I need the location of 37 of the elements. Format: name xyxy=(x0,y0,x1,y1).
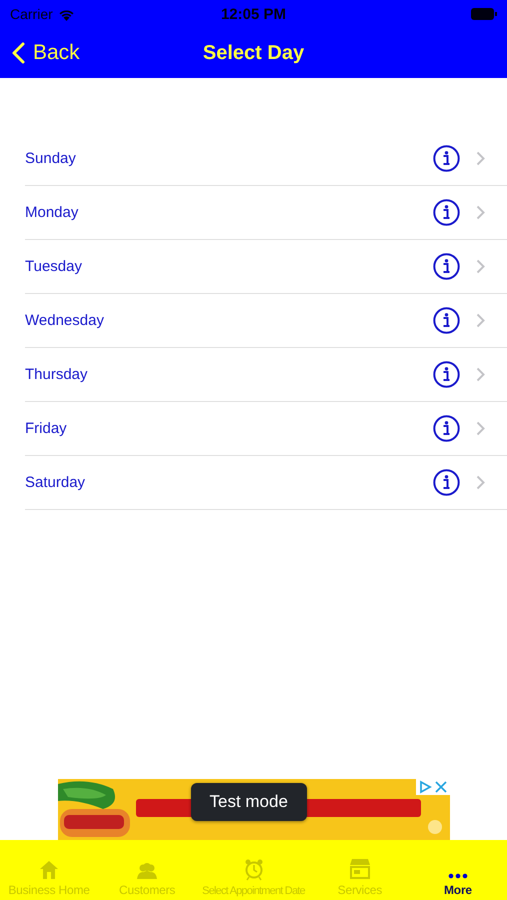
screen-title: Select Day xyxy=(202,42,304,64)
day-label[interactable]: Thursday xyxy=(25,366,433,383)
alarm-clock-icon xyxy=(244,859,262,881)
day-label[interactable]: Monday xyxy=(25,204,433,221)
day-label[interactable]: Tuesday xyxy=(25,258,433,275)
close-icon[interactable] xyxy=(434,780,448,794)
more-icon xyxy=(448,873,468,879)
chevron-right-icon xyxy=(476,205,485,220)
carrier-label: Carrier xyxy=(10,6,53,22)
day-label[interactable]: Friday xyxy=(25,420,433,437)
chevron-right-icon xyxy=(476,367,485,382)
test-mode-toast: Test mode xyxy=(190,783,307,821)
chevron-left-icon xyxy=(12,42,25,64)
wifi-icon xyxy=(58,8,75,20)
day-label[interactable]: Sunday xyxy=(25,150,433,167)
chevron-right-icon xyxy=(476,475,485,490)
chevron-right-icon xyxy=(476,259,485,274)
info-icon[interactable] xyxy=(433,199,460,226)
info-icon[interactable] xyxy=(433,469,460,496)
info-icon[interactable] xyxy=(433,307,460,334)
info-icon[interactable] xyxy=(433,361,460,388)
house-icon xyxy=(38,861,60,879)
info-icon[interactable] xyxy=(433,415,460,442)
day-label[interactable]: Wednesday xyxy=(25,312,433,329)
back-button[interactable]: Back xyxy=(12,41,80,65)
info-icon[interactable] xyxy=(433,253,460,280)
info-icon[interactable] xyxy=(433,145,460,172)
chevron-right-icon xyxy=(476,421,485,436)
tab-item[interactable]: More xyxy=(408,840,507,900)
battery-icon xyxy=(470,8,497,20)
day-label[interactable]: Saturday xyxy=(25,474,433,491)
status-time: 12:05 PM xyxy=(220,6,286,22)
people-icon xyxy=(136,863,158,879)
storefront-icon xyxy=(348,858,371,879)
chevron-right-icon xyxy=(476,151,485,166)
ad-choices-icon[interactable] xyxy=(418,780,432,794)
chevron-right-icon xyxy=(476,313,485,328)
